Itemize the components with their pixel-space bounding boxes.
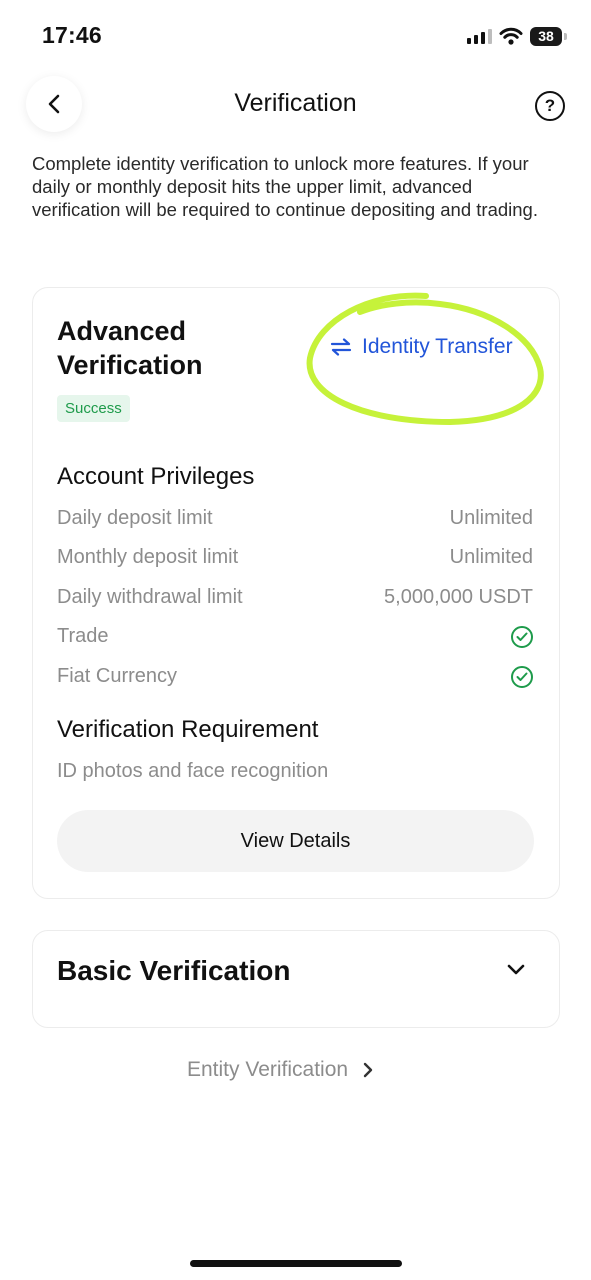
privilege-label: Trade <box>57 625 109 647</box>
battery-tip <box>564 32 567 40</box>
view-details-button[interactable]: View Details <box>57 810 534 872</box>
status-time: 17:46 <box>42 22 102 48</box>
privilege-label: Fiat Currency <box>57 665 178 687</box>
privilege-row: Monthly deposit limit Unlimited <box>57 546 533 569</box>
advanced-verification-title: Advanced Verification <box>57 316 203 380</box>
privilege-row: Daily deposit limit Unlimited <box>57 507 533 530</box>
privilege-label: Daily withdrawal limit <box>57 586 243 608</box>
page-title: Verification <box>234 89 357 117</box>
home-indicator <box>190 1260 402 1267</box>
check-circle-icon <box>511 625 533 648</box>
account-privileges-title: Account Privileges <box>57 463 255 490</box>
privilege-value: Unlimited <box>449 507 533 529</box>
status-icons: 38 <box>467 25 567 47</box>
privilege-label: Monthly deposit limit <box>57 546 239 568</box>
swap-arrows-icon <box>330 338 352 356</box>
status-badge: Success <box>57 395 130 422</box>
battery-icon: 38 <box>530 26 562 46</box>
entity-verification-label: Entity Verification <box>187 1058 349 1081</box>
question-circle-icon[interactable]: ? <box>535 91 565 121</box>
signal-icon <box>467 28 492 44</box>
check-circle-icon <box>511 665 533 688</box>
chevron-right-icon <box>363 1062 373 1078</box>
privilege-value: Unlimited <box>449 546 533 568</box>
verification-requirement-title: Verification Requirement <box>57 716 319 743</box>
view-details-label: View Details <box>240 829 351 852</box>
identity-transfer-link[interactable]: Identity Transfer <box>330 335 513 359</box>
basic-verification-title: Basic Verification <box>57 955 291 986</box>
privilege-value: 5,000,000 USDT <box>384 586 533 608</box>
verification-requirement-text: ID photos and face recognition <box>57 760 329 782</box>
privilege-label: Daily deposit limit <box>57 507 213 529</box>
help-glyph: ? <box>544 96 556 115</box>
privilege-row: Trade <box>57 625 533 648</box>
privilege-row: Daily withdrawal limit 5,000,000 USDT <box>57 586 533 609</box>
privilege-row: Fiat Currency <box>57 665 533 688</box>
wifi-icon <box>499 27 523 45</box>
intro-text: Complete identity verification to unlock… <box>32 153 538 220</box>
chevron-down-icon[interactable] <box>506 963 526 977</box>
entity-verification-link[interactable]: Entity Verification <box>187 1058 374 1082</box>
identity-transfer-label: Identity Transfer <box>362 335 513 358</box>
